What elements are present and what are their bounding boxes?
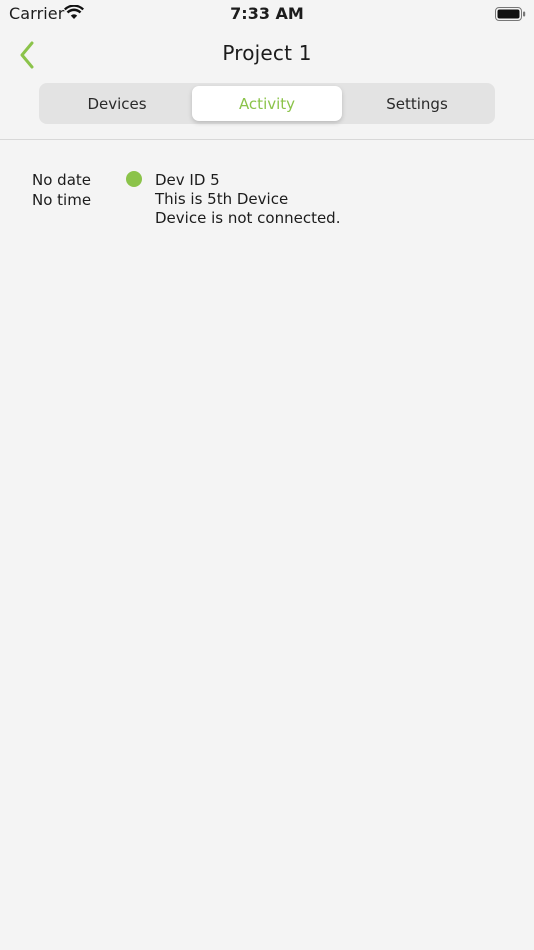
activity-date: No date <box>32 171 91 189</box>
status-dot-icon <box>126 171 142 187</box>
device-status-text: Device is not connected. <box>155 209 341 227</box>
device-description: This is 5th Device <box>155 190 289 208</box>
navigation-bar: Project 1 <box>0 28 534 80</box>
activity-time: No time <box>32 191 92 209</box>
status-bar: Carrier 7:33 AM <box>0 0 534 28</box>
segmented-control: Devices Activity Settings <box>39 83 495 124</box>
tab-devices[interactable]: Devices <box>42 86 192 121</box>
battery-icon <box>495 6 526 25</box>
tab-activity[interactable]: Activity <box>192 86 342 121</box>
tab-settings[interactable]: Settings <box>342 86 492 121</box>
activity-row[interactable]: No date No time Dev ID 5 This is 5th Dev… <box>0 168 534 238</box>
page-title: Project 1 <box>222 41 312 65</box>
device-id: Dev ID 5 <box>155 171 220 189</box>
clock: 7:33 AM <box>230 4 304 23</box>
header-divider <box>0 139 534 140</box>
